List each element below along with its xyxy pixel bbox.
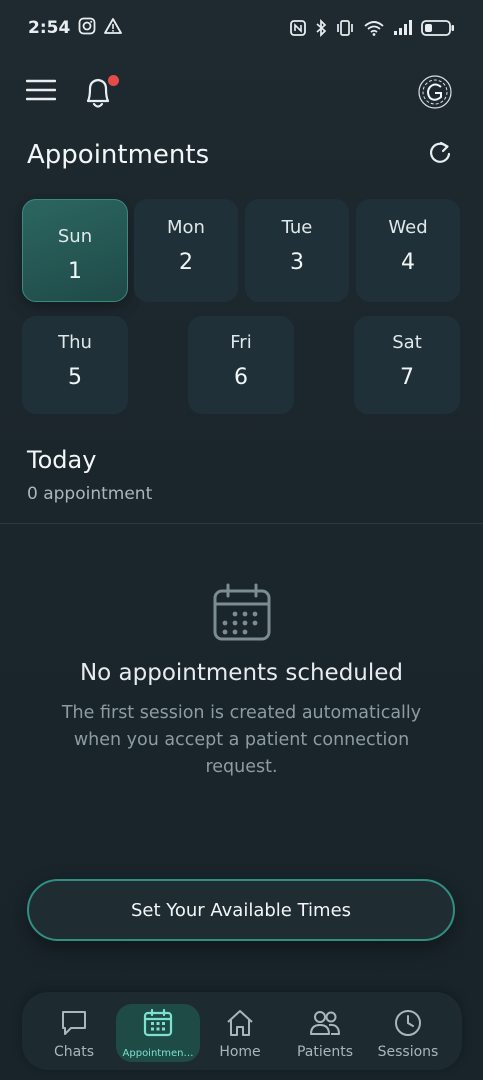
- signal-icon: [393, 19, 413, 37]
- nav-label: Sessions: [377, 1044, 439, 1060]
- bottom-nav: Chats Appointmen… Home Patients Sessions: [22, 992, 462, 1070]
- day-card-sun[interactable]: Sun 1: [22, 199, 128, 302]
- nav-item-home[interactable]: Home: [198, 992, 282, 1070]
- empty-state-title: No appointments scheduled: [79, 660, 404, 686]
- status-time: 2:54: [28, 18, 71, 38]
- day-date: 3: [290, 250, 304, 275]
- notification-bell-icon[interactable]: [82, 72, 120, 112]
- clock-icon: [366, 1008, 450, 1038]
- appointments-header: Appointments: [27, 140, 453, 170]
- nav-item-appointments[interactable]: Appointmen…: [110, 992, 206, 1070]
- chat-icon: [32, 1008, 116, 1038]
- day-card-thu[interactable]: Thu 5: [22, 316, 128, 414]
- refresh-icon[interactable]: [427, 140, 453, 170]
- day-name: Sat: [392, 332, 422, 353]
- battery-icon: [421, 19, 455, 37]
- divider: [0, 523, 483, 524]
- day-date: 4: [401, 250, 415, 275]
- day-date: 6: [234, 365, 248, 390]
- day-card-sat[interactable]: Sat 7: [354, 316, 460, 414]
- nav-item-sessions[interactable]: Sessions: [366, 992, 450, 1070]
- page-title: Appointments: [27, 140, 210, 170]
- top-bar: [25, 66, 453, 118]
- nav-item-chats[interactable]: Chats: [32, 992, 116, 1070]
- notification-dot: [107, 74, 120, 87]
- nav-label: Chats: [53, 1044, 94, 1060]
- day-date: 5: [68, 365, 82, 390]
- day-card-fri[interactable]: Fri 6: [188, 316, 294, 414]
- day-date: 7: [400, 365, 414, 390]
- day-card-mon[interactable]: Mon 2: [134, 199, 238, 302]
- empty-state-body: The first session is created automatical…: [61, 703, 422, 777]
- nav-label: Patients: [296, 1044, 354, 1060]
- home-icon: [198, 1008, 282, 1038]
- nav-label: Home: [219, 1044, 261, 1060]
- avatar[interactable]: [417, 74, 453, 110]
- instagram-icon: [78, 17, 96, 40]
- calendar-icon: [116, 1008, 200, 1038]
- nfc-icon: [289, 19, 307, 37]
- day-card-wed[interactable]: Wed 4: [356, 199, 460, 302]
- nav-label: Appointmen…: [122, 1048, 194, 1059]
- today-title: Today: [27, 446, 97, 474]
- calendar-icon: [211, 582, 273, 644]
- nav-item-patients[interactable]: Patients: [283, 992, 367, 1070]
- day-name: Thu: [58, 332, 92, 353]
- day-name: Fri: [230, 332, 252, 353]
- day-name: Wed: [388, 217, 428, 238]
- set-available-times-button[interactable]: Set Your Available Times: [27, 879, 455, 941]
- status-bar: 2:54: [0, 0, 483, 56]
- bluetooth-icon: [315, 19, 327, 37]
- day-name: Sun: [57, 226, 93, 247]
- day-date: 2: [179, 250, 193, 275]
- vibrate-icon: [335, 19, 355, 37]
- appointment-count: 0 appointment: [27, 484, 153, 504]
- day-card-tue[interactable]: Tue 3: [245, 199, 349, 302]
- menu-icon[interactable]: [25, 79, 57, 105]
- patients-icon: [283, 1008, 367, 1038]
- wifi-icon: [363, 19, 385, 37]
- day-date: 1: [68, 259, 82, 284]
- day-name: Mon: [167, 217, 205, 238]
- warning-icon: [104, 17, 123, 40]
- day-name: Tue: [281, 217, 313, 238]
